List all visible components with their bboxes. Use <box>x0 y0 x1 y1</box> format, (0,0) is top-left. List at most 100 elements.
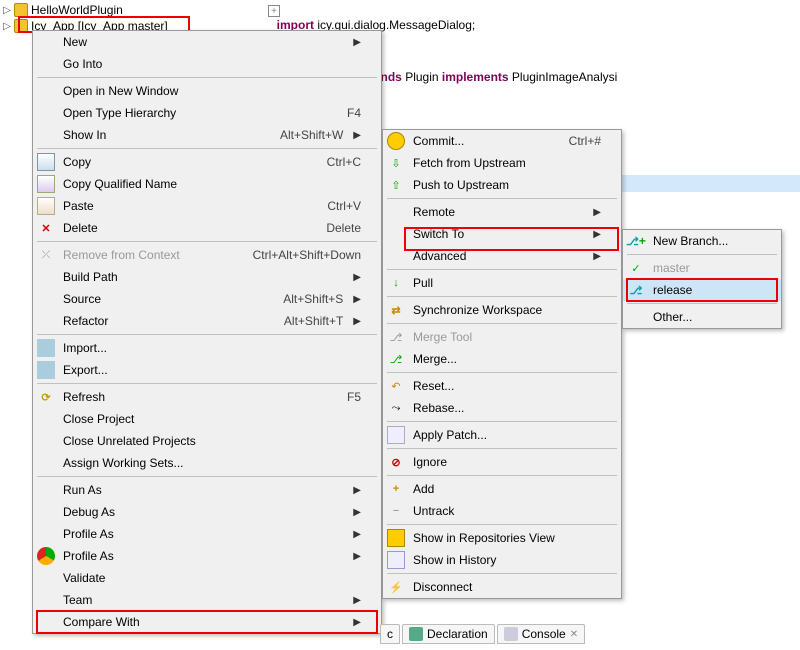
menu-ignore[interactable]: ⊘Ignore <box>383 451 621 473</box>
tab-console[interactable]: Console✕ <box>497 624 585 644</box>
menu-rebase[interactable]: ⤳Rebase... <box>383 397 621 419</box>
menu-commit[interactable]: Commit...Ctrl+# <box>383 130 621 152</box>
copy-qualified-icon <box>37 175 55 193</box>
branch-icon: ⎇ <box>627 281 645 299</box>
separator <box>37 476 377 477</box>
menu-switch-to[interactable]: Switch To▶ <box>383 223 621 245</box>
ignore-icon: ⊘ <box>387 453 405 471</box>
profile-icon <box>37 547 55 565</box>
separator <box>387 573 617 574</box>
menu-push[interactable]: ⇧Push to Upstream <box>383 174 621 196</box>
add-icon: + <box>387 480 405 498</box>
menu-build-path[interactable]: Build Path▶ <box>33 266 381 288</box>
merge-icon: ⎇ <box>387 350 405 368</box>
submenu-arrow-icon: ▶ <box>353 595 361 606</box>
menu-paste[interactable]: PasteCtrl+V <box>33 195 381 217</box>
menu-export[interactable]: Export... <box>33 359 381 381</box>
menu-pull[interactable]: ↓Pull <box>383 272 621 294</box>
menu-profile-as-2[interactable]: Profile As▶ <box>33 545 381 567</box>
commit-icon <box>387 132 405 150</box>
tree-label: HelloWorldPlugin <box>31 3 123 17</box>
menu-close-project[interactable]: Close Project <box>33 408 381 430</box>
menu-sync[interactable]: ⇄Synchronize Workspace <box>383 299 621 321</box>
patch-icon <box>387 426 405 444</box>
separator <box>627 254 777 255</box>
separator <box>387 296 617 297</box>
menu-fetch[interactable]: ⇩Fetch from Upstream <box>383 152 621 174</box>
fetch-icon: ⇩ <box>387 154 405 172</box>
submenu-arrow-icon: ▶ <box>353 294 361 305</box>
menu-merge[interactable]: ⎇Merge... <box>383 348 621 370</box>
menu-open-new-window[interactable]: Open in New Window <box>33 80 381 102</box>
import-icon <box>37 339 55 357</box>
menu-show-history[interactable]: Show in History <box>383 549 621 571</box>
expand-icon[interactable]: ▷ <box>2 21 12 31</box>
submenu-arrow-icon: ▶ <box>353 529 361 540</box>
context-menu: New▶ Go Into Open in New Window Open Typ… <box>32 30 382 634</box>
export-icon <box>37 361 55 379</box>
merge-tool-icon: ⎇ <box>387 328 405 346</box>
menu-untrack[interactable]: −Untrack <box>383 500 621 522</box>
separator <box>37 383 377 384</box>
menu-refresh[interactable]: ⟳RefreshF5 <box>33 386 381 408</box>
tab-declaration[interactable]: Declaration <box>402 624 495 644</box>
close-icon[interactable]: ✕ <box>570 629 578 640</box>
menu-go-into[interactable]: Go Into <box>33 53 381 75</box>
submenu-arrow-icon: ▶ <box>593 251 601 262</box>
menu-disconnect[interactable]: ⚡Disconnect <box>383 576 621 598</box>
branch-icon: ⎇+ <box>627 232 645 250</box>
menu-refactor[interactable]: RefactorAlt+Shift+T▶ <box>33 310 381 332</box>
menu-delete[interactable]: ✕DeleteDelete <box>33 217 381 239</box>
menu-compare-with[interactable]: Compare With▶ <box>33 611 381 633</box>
menu-show-in[interactable]: Show InAlt+Shift+W▶ <box>33 124 381 146</box>
menu-team[interactable]: Team▶ <box>33 589 381 611</box>
menu-apply-patch[interactable]: Apply Patch... <box>383 424 621 446</box>
pull-icon: ↓ <box>387 274 405 292</box>
submenu-arrow-icon: ▶ <box>353 272 361 283</box>
switch-to-submenu: ⎇+New Branch... ✓master ⎇release Other..… <box>622 229 782 329</box>
menu-remove-context: ⤫Remove from ContextCtrl+Alt+Shift+Down <box>33 244 381 266</box>
rebase-icon: ⤳ <box>387 399 405 417</box>
menu-show-repo[interactable]: Show in Repositories View <box>383 527 621 549</box>
separator <box>627 303 777 304</box>
menu-source[interactable]: SourceAlt+Shift+S▶ <box>33 288 381 310</box>
separator <box>387 421 617 422</box>
history-icon <box>387 551 405 569</box>
menu-run-as[interactable]: Run As▶ <box>33 479 381 501</box>
menu-copy[interactable]: CopyCtrl+C <box>33 151 381 173</box>
separator <box>387 448 617 449</box>
separator <box>37 148 377 149</box>
submenu-arrow-icon: ▶ <box>353 130 361 141</box>
submenu-arrow-icon: ▶ <box>353 37 361 48</box>
menu-advanced[interactable]: Advanced▶ <box>383 245 621 267</box>
reset-icon: ↶ <box>387 377 405 395</box>
menu-branch-master: ✓master <box>623 257 781 279</box>
menu-close-unrelated[interactable]: Close Unrelated Projects <box>33 430 381 452</box>
menu-validate[interactable]: Validate <box>33 567 381 589</box>
menu-assign-working-sets[interactable]: Assign Working Sets... <box>33 452 381 474</box>
tab-partial[interactable]: c <box>380 624 400 644</box>
menu-debug-as[interactable]: Debug As▶ <box>33 501 381 523</box>
menu-profile-as[interactable]: Profile As▶ <box>33 523 381 545</box>
menu-new[interactable]: New▶ <box>33 31 381 53</box>
separator <box>387 198 617 199</box>
team-submenu: Commit...Ctrl+# ⇩Fetch from Upstream ⇧Pu… <box>382 129 622 599</box>
menu-add[interactable]: +Add <box>383 478 621 500</box>
menu-copy-qualified[interactable]: Copy Qualified Name <box>33 173 381 195</box>
menu-branch-other[interactable]: Other... <box>623 306 781 328</box>
menu-branch-release[interactable]: ⎇release <box>623 279 781 301</box>
menu-open-type-hierarchy[interactable]: Open Type HierarchyF4 <box>33 102 381 124</box>
menu-remote[interactable]: Remote▶ <box>383 201 621 223</box>
menu-import[interactable]: Import... <box>33 337 381 359</box>
tree-item[interactable]: ▷ HelloWorldPlugin <box>2 2 168 18</box>
untrack-icon: − <box>387 502 405 520</box>
console-icon <box>504 627 518 641</box>
separator <box>37 334 377 335</box>
menu-new-branch[interactable]: ⎇+New Branch... <box>623 230 781 252</box>
expand-icon[interactable]: ▷ <box>2 5 12 15</box>
copy-icon <box>37 153 55 171</box>
refresh-icon: ⟳ <box>37 388 55 406</box>
separator <box>387 372 617 373</box>
menu-reset[interactable]: ↶Reset... <box>383 375 621 397</box>
project-icon <box>14 3 28 17</box>
